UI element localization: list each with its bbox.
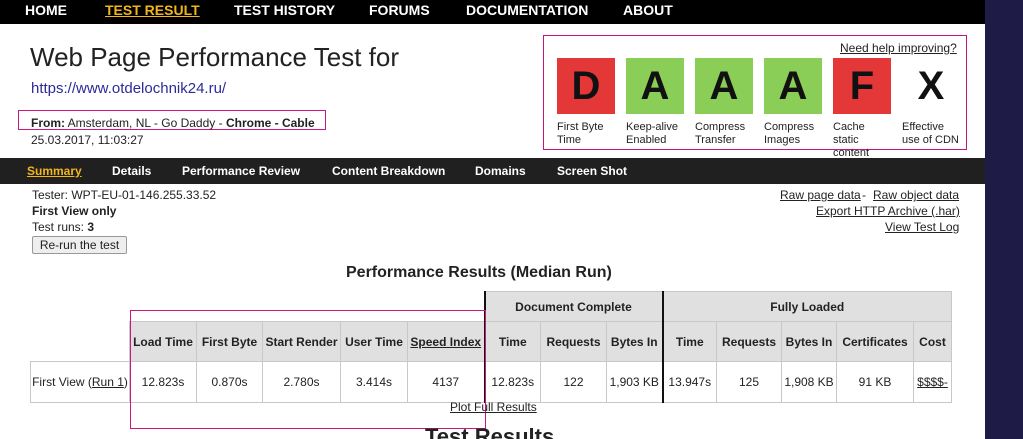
grade-cache-static[interactable]: F xyxy=(833,58,891,114)
speed-index-link[interactable]: Speed Index xyxy=(410,335,481,349)
cost-link[interactable]: $$$$- xyxy=(917,375,948,389)
header-dc-bytes: Bytes In xyxy=(606,321,663,362)
value-speed-index: 4137 xyxy=(407,361,485,403)
nav-test-history[interactable]: TEST HISTORY xyxy=(234,2,335,18)
value-dc-bytes: 1,903 KB xyxy=(606,361,663,403)
header-speed-index: Speed Index xyxy=(407,321,485,362)
nav-home[interactable]: HOME xyxy=(25,2,67,18)
grade-label-compress-transfer: Compress Transfer xyxy=(695,121,746,146)
test-date: 25.03.2017, 11:03:27 xyxy=(31,133,144,147)
tab-details[interactable]: Details xyxy=(112,164,151,178)
value-load-time: 12.823s xyxy=(129,361,197,403)
table-blank-header xyxy=(30,291,485,322)
raw-object-data-link[interactable]: Raw object data xyxy=(873,188,959,202)
export-har-link[interactable]: Export HTTP Archive (.har) xyxy=(816,204,960,218)
tab-domains[interactable]: Domains xyxy=(475,164,526,178)
grade-compress-images[interactable]: A xyxy=(764,58,822,114)
tab-performance-review[interactable]: Performance Review xyxy=(182,164,300,178)
grade-label-keep-alive: Keep-alive Enabled xyxy=(626,121,678,146)
nav-about[interactable]: ABOUT xyxy=(623,2,673,18)
plot-full-results-link[interactable]: Plot Full Results xyxy=(450,400,537,414)
value-start-render: 2.780s xyxy=(262,361,341,403)
header-load-time: Load Time xyxy=(129,321,197,362)
view-test-log-link[interactable]: View Test Log xyxy=(885,220,959,234)
value-fl-bytes: 1,908 KB xyxy=(781,361,837,403)
header-certificates: Certificates xyxy=(836,321,914,362)
grade-first-byte[interactable]: D xyxy=(557,58,615,114)
value-user-time: 3.414s xyxy=(340,361,408,403)
results-tabs: Summary Details Performance Review Conte… xyxy=(0,158,985,184)
page-title: Web Page Performance Test for xyxy=(30,42,400,72)
table-row-first-view: First View (Run 1) 12.823s 0.870s 2.780s… xyxy=(30,361,952,403)
first-view-only-text: First View only xyxy=(32,204,117,218)
value-dc-time: 12.823s xyxy=(483,361,541,403)
top-navigation: HOME TEST RESULT TEST HISTORY FORUMS DOC… xyxy=(0,0,985,24)
row-label-close: ) xyxy=(123,375,128,389)
value-fl-time: 13.947s xyxy=(661,361,717,403)
grade-label-cache-static: Cache static content xyxy=(833,121,870,159)
row-label-text: First View ( xyxy=(32,375,92,389)
value-certificates: 91 KB xyxy=(836,361,914,403)
value-fl-requests: 125 xyxy=(716,361,782,403)
nav-test-result[interactable]: TEST RESULT xyxy=(105,2,200,18)
nav-forums[interactable]: FORUMS xyxy=(369,2,430,18)
grade-label-cdn: Effective use of CDN xyxy=(902,121,959,146)
row-label-first-view: First View (Run 1) xyxy=(30,361,130,403)
table-header-blank xyxy=(30,321,130,362)
raw-page-data-link[interactable]: Raw page data xyxy=(780,188,861,202)
grade-keep-alive[interactable]: A xyxy=(626,58,684,114)
group-fully-loaded: Fully Loaded xyxy=(661,291,952,322)
from-label: From: xyxy=(31,116,65,130)
raw-links-separator: - xyxy=(862,188,866,202)
header-dc-time: Time xyxy=(483,321,541,362)
from-location: Amsterdam, NL - Go Daddy - xyxy=(67,116,226,130)
test-results-heading: Test Results xyxy=(425,424,555,439)
grade-label-compress-images: Compress Images xyxy=(764,121,815,146)
tab-content-breakdown[interactable]: Content Breakdown xyxy=(332,164,445,178)
test-runs-label: Test runs: xyxy=(32,220,88,234)
table-group-header-row: Document Complete Fully Loaded xyxy=(30,291,952,322)
grades-panel: Need help improving? D First Byte Time A… xyxy=(543,35,967,159)
header-fl-time: Time xyxy=(661,321,717,362)
first-view-only: First View only xyxy=(32,204,116,218)
group-document-complete: Document Complete xyxy=(483,291,663,322)
tab-screen-shot[interactable]: Screen Shot xyxy=(557,164,627,178)
value-first-byte: 0.870s xyxy=(196,361,263,403)
nav-documentation[interactable]: DOCUMENTATION xyxy=(466,2,588,18)
test-url-link[interactable]: https://www.otdelochnik24.ru/ xyxy=(31,80,226,97)
test-runs-value: 3 xyxy=(87,220,95,234)
need-help-link[interactable]: Need help improving? xyxy=(840,41,957,55)
header-fl-requests: Requests xyxy=(716,321,782,362)
performance-results-title: Performance Results (Median Run) xyxy=(346,264,612,281)
grade-cdn[interactable]: X xyxy=(902,58,960,114)
tab-summary[interactable]: Summary xyxy=(27,164,82,178)
rerun-test-button[interactable]: Re-run the test xyxy=(32,236,127,254)
test-location: From: Amsterdam, NL - Go Daddy - Chrome … xyxy=(31,116,315,130)
header-dc-requests: Requests xyxy=(540,321,607,362)
header-start-render: Start Render xyxy=(262,321,341,362)
header-cost: Cost xyxy=(913,321,952,362)
grade-compress-transfer[interactable]: A xyxy=(695,58,753,114)
value-dc-requests: 122 xyxy=(540,361,607,403)
table-header-row: Load Time First Byte Start Render User T… xyxy=(30,321,952,362)
grade-label-first-byte: First Byte Time xyxy=(557,121,604,146)
header-fl-bytes: Bytes In xyxy=(781,321,837,362)
performance-results-table: Document Complete Fully Loaded Load Time… xyxy=(30,291,952,403)
from-browser: Chrome - Cable xyxy=(225,116,315,130)
tester-info: Tester: WPT-EU-01-146.255.33.52 xyxy=(32,188,217,202)
test-runs: Test runs: 3 xyxy=(32,220,94,234)
page-content: Web Page Performance Test for https://ww… xyxy=(0,24,985,439)
header-first-byte: First Byte xyxy=(196,321,263,362)
value-cost: $$$$- xyxy=(913,361,952,403)
header-user-time: User Time xyxy=(340,321,408,362)
run-1-link[interactable]: Run 1 xyxy=(92,375,124,389)
